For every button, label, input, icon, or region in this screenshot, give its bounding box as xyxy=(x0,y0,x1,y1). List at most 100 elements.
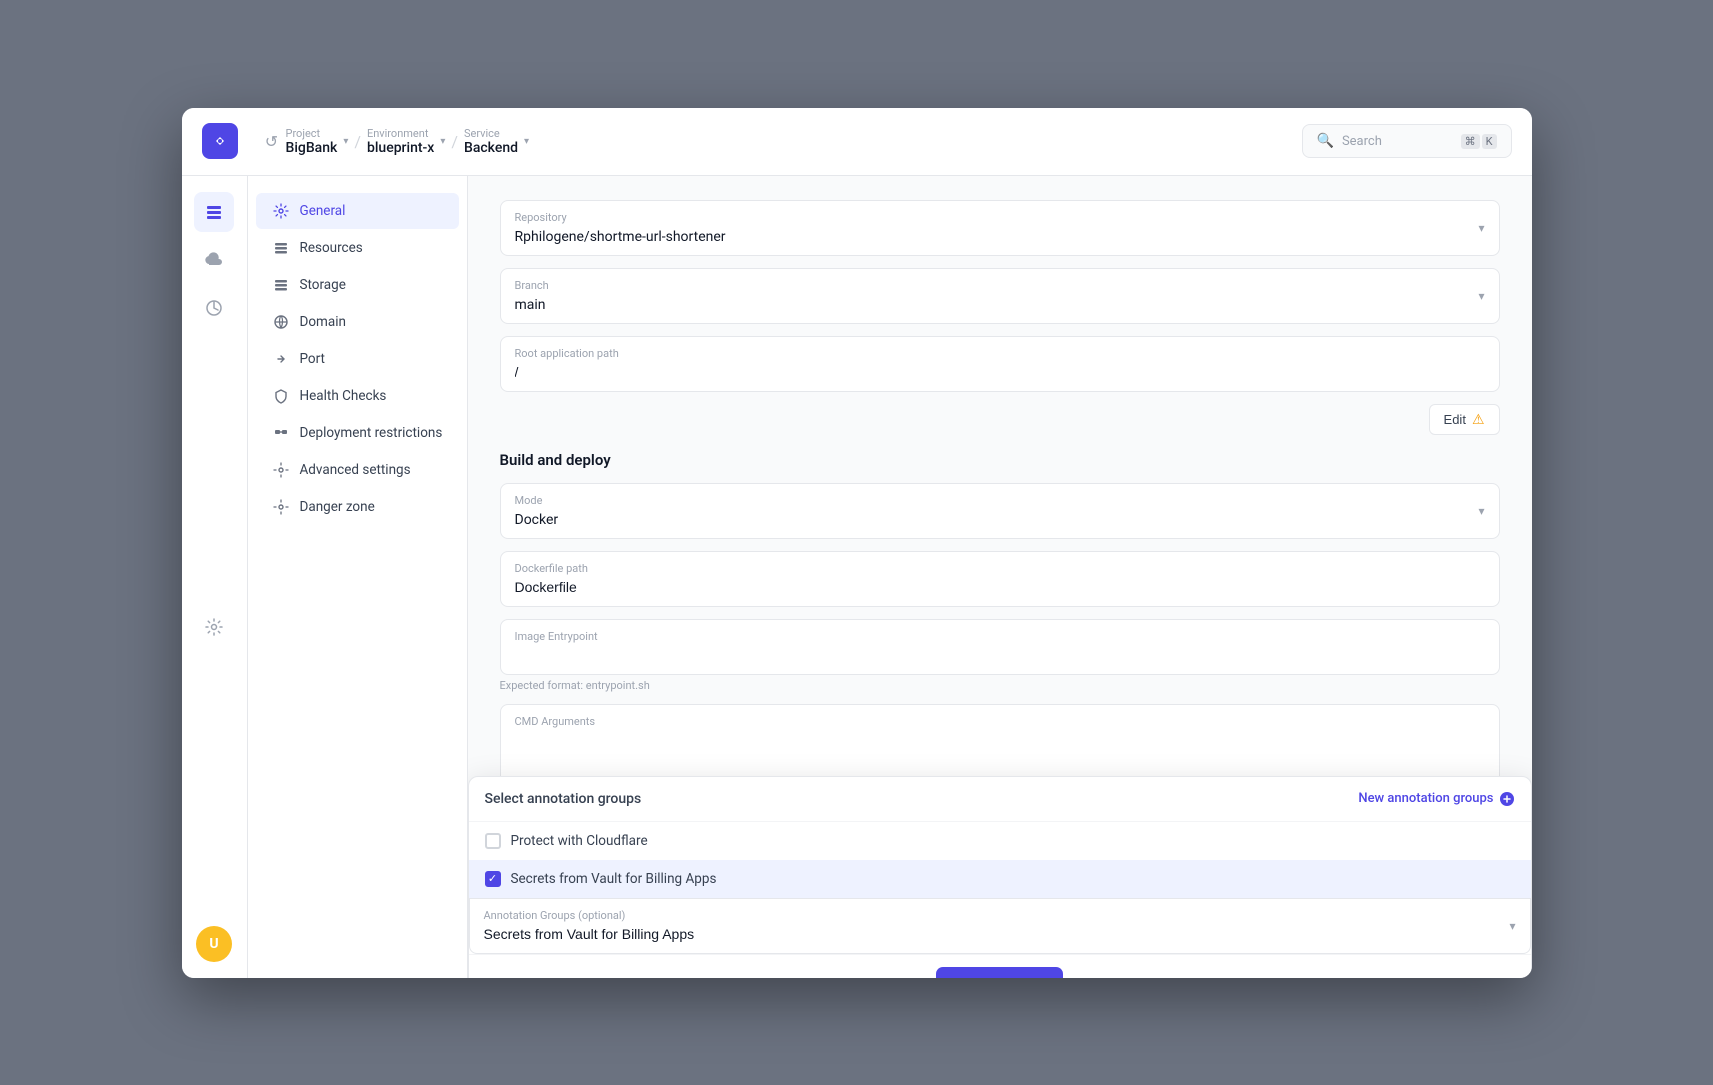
icon-bar-settings[interactable] xyxy=(194,607,234,647)
icon-bar-history[interactable] xyxy=(194,288,234,328)
search-icon: 🔍 xyxy=(1317,133,1334,149)
branch-label: Branch xyxy=(515,279,1485,292)
dropdown-title: Select annotation groups xyxy=(485,791,642,807)
chevron-down-icon: ▾ xyxy=(440,136,445,147)
sidebar-item-domain[interactable]: Domain xyxy=(256,304,459,340)
edit-button[interactable]: Edit ⚠ xyxy=(1429,404,1500,435)
sidebar-item-label: Resources xyxy=(300,240,363,256)
build-deploy-title: Build and deploy xyxy=(500,451,1500,469)
top-bar: ↺ Project BigBank ▾ / Environment bluepr… xyxy=(182,108,1532,176)
save-button[interactable]: Save xyxy=(936,967,1064,978)
image-entrypoint-field[interactable]: Image Entrypoint xyxy=(500,619,1500,675)
shield-icon xyxy=(272,387,290,405)
branch-value: main xyxy=(515,297,546,313)
breadcrumb-project[interactable]: Project BigBank ▾ xyxy=(286,127,349,156)
kbd-cmd: ⌘ xyxy=(1461,134,1480,149)
icon-bar-cloud[interactable] xyxy=(194,240,234,280)
app-logo[interactable] xyxy=(202,123,238,159)
image-entrypoint-hint: Expected format: entrypoint.sh xyxy=(500,679,1500,692)
dropdown-option-vault[interactable]: Secrets from Vault for Billing Apps xyxy=(469,860,1531,898)
annotation-groups-input[interactable] xyxy=(484,926,1516,942)
sidebar-item-general[interactable]: General xyxy=(256,193,459,229)
icon-bar-layers[interactable] xyxy=(194,192,234,232)
repository-value: Rphilogene/shortme-url-shortener xyxy=(515,229,726,245)
sidebar-item-label: Health Checks xyxy=(300,388,387,404)
cloudflare-option-label: Protect with Cloudflare xyxy=(511,833,648,849)
port-icon xyxy=(272,350,290,368)
branch-group: Branch main ▾ xyxy=(500,268,1500,324)
breadcrumb-environment[interactable]: Environment blueprint-x ▾ xyxy=(367,127,445,156)
breadcrumb-service[interactable]: Service Backend ▾ xyxy=(464,127,529,156)
sidebar-item-label: Domain xyxy=(300,314,346,330)
sidebar-item-label: Storage xyxy=(300,277,346,293)
root-path-label: Root application path xyxy=(515,347,1485,360)
dockerfile-label: Dockerfile path xyxy=(515,562,1485,575)
plus-circle-icon xyxy=(1499,791,1515,807)
icon-bar: U xyxy=(182,176,248,978)
sidebar-item-label: Danger zone xyxy=(300,499,375,515)
image-entrypoint-label: Image Entrypoint xyxy=(515,630,1485,643)
cmd-arguments-label: CMD Arguments xyxy=(515,715,1485,728)
vault-option-label: Secrets from Vault for Billing Apps xyxy=(511,871,717,887)
dropdown-header: Select annotation groups New annotation … xyxy=(469,777,1531,822)
storage-icon xyxy=(272,276,290,294)
deployment-icon xyxy=(272,424,290,442)
danger-icon xyxy=(272,498,290,516)
sidebar-item-health-checks[interactable]: Health Checks xyxy=(256,378,459,414)
root-path-field[interactable]: Root application path xyxy=(500,336,1500,392)
repository-group: Repository Rphilogene/shortme-url-shorte… xyxy=(500,200,1500,256)
chevron-down-icon: ▾ xyxy=(1478,289,1484,303)
sidebar-item-danger-zone[interactable]: Danger zone xyxy=(256,489,459,525)
repository-label: Repository xyxy=(515,211,1485,224)
warning-icon: ⚠ xyxy=(1472,411,1485,428)
chevron-down-icon: ▾ xyxy=(1478,504,1484,518)
sidebar-item-storage[interactable]: Storage xyxy=(256,267,459,303)
sidebar-item-label: Deployment restrictions xyxy=(300,425,443,441)
chevron-down-icon: ▾ xyxy=(1509,919,1515,933)
sidebar-item-advanced-settings[interactable]: Advanced settings xyxy=(256,452,459,488)
annotation-dropdown: Select annotation groups New annotation … xyxy=(468,776,1532,978)
avatar[interactable]: U xyxy=(196,926,232,962)
sidebar-item-label: General xyxy=(300,203,346,219)
dockerfile-input[interactable] xyxy=(515,579,1485,595)
vault-checkbox[interactable] xyxy=(485,871,501,887)
dockerfile-group: Dockerfile path xyxy=(500,551,1500,607)
sidebar-item-label: Port xyxy=(300,351,325,367)
image-entrypoint-input[interactable] xyxy=(515,647,1485,663)
save-btn-row: Save xyxy=(469,954,1531,978)
repository-field[interactable]: Repository Rphilogene/shortme-url-shorte… xyxy=(500,200,1500,256)
mode-group: Mode Docker ▾ xyxy=(500,483,1500,539)
sidebar-item-port[interactable]: Port xyxy=(256,341,459,377)
mode-value: Docker xyxy=(515,512,559,528)
chevron-down-icon: ▾ xyxy=(524,136,529,147)
search-placeholder: Search xyxy=(1342,134,1382,149)
sidebar-item-deployment-restrictions[interactable]: Deployment restrictions xyxy=(256,415,459,451)
new-annotation-groups-link[interactable]: New annotation groups xyxy=(1358,791,1514,807)
kbd-key: K xyxy=(1482,134,1497,149)
root-path-group: Root application path xyxy=(500,336,1500,392)
image-entrypoint-group: Image Entrypoint Expected format: entryp… xyxy=(500,619,1500,692)
chevron-down-icon: ▾ xyxy=(343,136,348,147)
domain-icon xyxy=(272,313,290,331)
edit-btn-row: Edit ⚠ xyxy=(500,404,1500,435)
dockerfile-field[interactable]: Dockerfile path xyxy=(500,551,1500,607)
dropdown-option-cloudflare[interactable]: Protect with Cloudflare xyxy=(469,822,1531,860)
content-area: Repository Rphilogene/shortme-url-shorte… xyxy=(468,176,1532,978)
annotation-groups-label: Annotation Groups (optional) xyxy=(484,909,1516,922)
branch-field[interactable]: Branch main ▾ xyxy=(500,268,1500,324)
breadcrumb: Project BigBank ▾ / Environment blueprin… xyxy=(286,127,1302,156)
refresh-icon[interactable]: ↺ xyxy=(258,127,286,155)
advanced-gear-icon xyxy=(272,461,290,479)
mode-field[interactable]: Mode Docker ▾ xyxy=(500,483,1500,539)
gear-icon xyxy=(272,202,290,220)
sidebar-item-label: Advanced settings xyxy=(300,462,411,478)
cloudflare-checkbox[interactable] xyxy=(485,833,501,849)
search-bar[interactable]: 🔍 Search ⌘ K xyxy=(1302,124,1512,158)
root-path-input[interactable] xyxy=(515,364,1485,380)
mode-label: Mode xyxy=(515,494,1485,507)
resources-icon xyxy=(272,239,290,257)
annotation-groups-field[interactable]: Annotation Groups (optional) ▾ xyxy=(469,898,1531,954)
chevron-down-icon: ▾ xyxy=(1478,221,1484,235)
sidebar: General Resources xyxy=(248,176,468,978)
sidebar-item-resources[interactable]: Resources xyxy=(256,230,459,266)
